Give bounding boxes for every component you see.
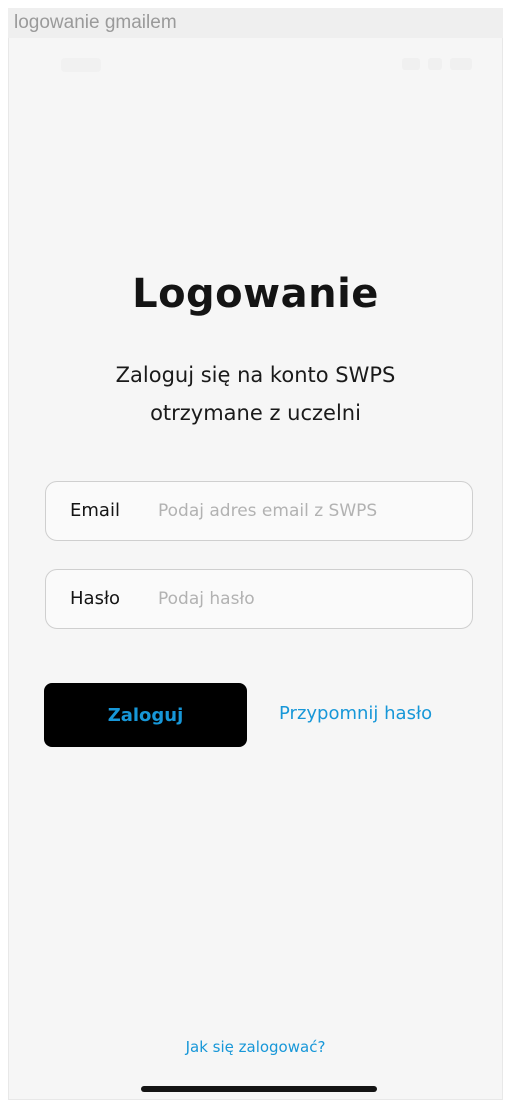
how-to-login-link[interactable]: Jak się zalogować?	[9, 1038, 502, 1056]
email-label: Email	[70, 500, 120, 521]
page-subtitle: Zaloguj się na konto SWPS otrzymane z uc…	[9, 356, 502, 432]
email-input[interactable]	[158, 492, 458, 530]
signal-icon	[402, 58, 420, 70]
subtitle-line-1: Zaloguj się na konto SWPS	[115, 363, 396, 387]
home-indicator	[141, 1086, 377, 1092]
status-time	[61, 58, 101, 72]
status-bar	[9, 56, 502, 80]
remind-password-link[interactable]: Przypomnij hasło	[279, 703, 432, 724]
wifi-icon	[428, 58, 442, 70]
subtitle-line-2: otrzymane z uczelni	[150, 401, 361, 425]
password-field[interactable]: Hasło	[45, 569, 473, 629]
phone-screen: Logowanie Zaloguj się na konto SWPS otrz…	[8, 38, 503, 1100]
password-label: Hasło	[70, 588, 121, 609]
email-field[interactable]: Email	[45, 481, 473, 541]
image-caption: logowanie gmailem	[8, 8, 503, 38]
page-title: Logowanie	[132, 271, 379, 317]
status-icons	[392, 58, 472, 72]
login-button[interactable]: Zaloguj	[44, 683, 247, 747]
battery-icon	[450, 58, 472, 70]
password-input[interactable]	[158, 580, 458, 618]
